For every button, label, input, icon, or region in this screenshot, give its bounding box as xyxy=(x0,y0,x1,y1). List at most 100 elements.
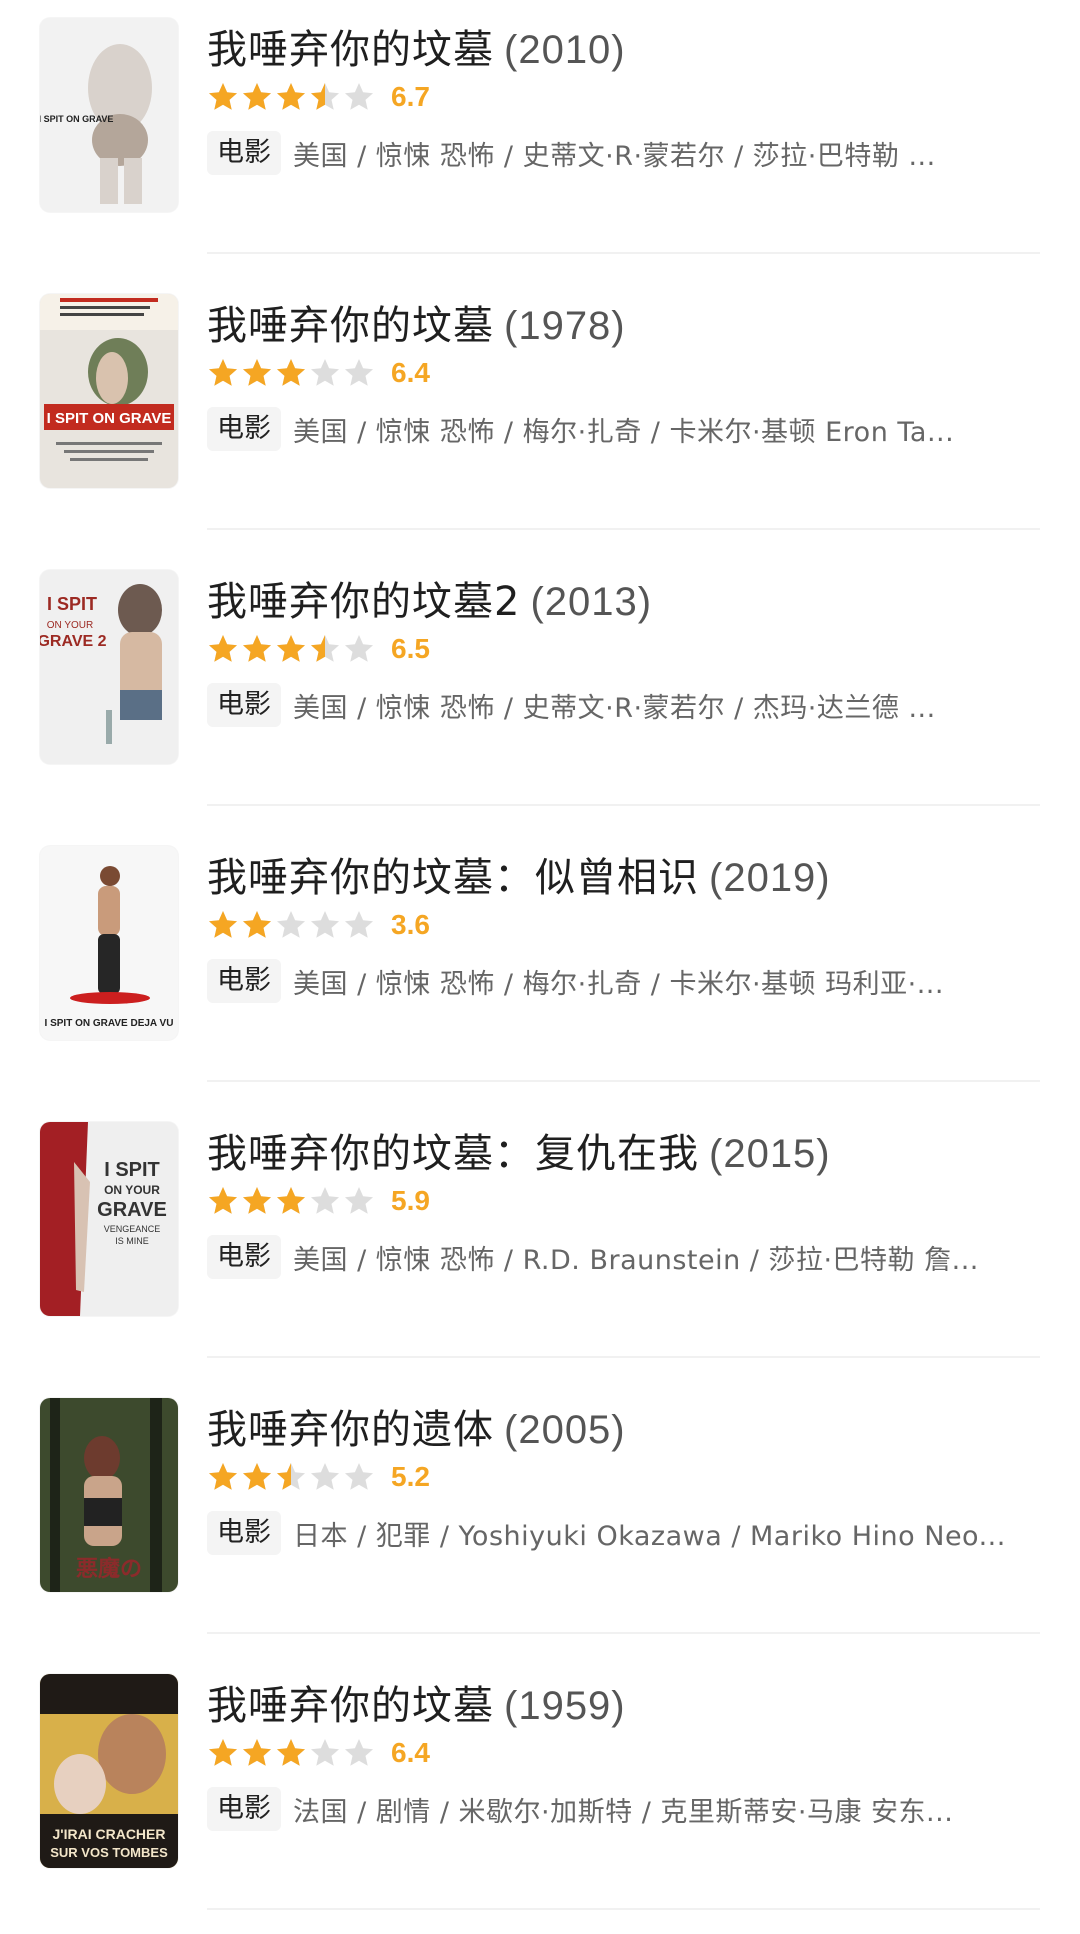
rating-score: 6.4 xyxy=(391,1737,430,1768)
rating-stars xyxy=(207,633,375,665)
movie-meta-row: 电影 美国 / 惊悚 恐怖 / 史蒂文·R·蒙若尔 / 莎拉·巴特勒 ... xyxy=(207,130,1040,176)
svg-text:I SPIT ON GRAVE DEJA VU: I SPIT ON GRAVE DEJA VU xyxy=(45,1018,174,1029)
svg-text:ON YOUR: ON YOUR xyxy=(47,620,94,631)
rating-row: 5.2 xyxy=(207,1458,430,1496)
movie-year: (1978) xyxy=(504,304,626,348)
movie-title-row[interactable]: 我唾弃你的坟墓：似曾相识 (2019) xyxy=(207,850,831,906)
movie-poster[interactable]: I SPIT ON GRAVE DEJA VU xyxy=(40,846,178,1040)
type-badge: 电影 xyxy=(207,1787,281,1831)
divider xyxy=(207,1080,1040,1082)
star-icon xyxy=(345,359,373,386)
movie-poster[interactable]: I SPIT ON YOUR GRAVE 2 xyxy=(40,570,178,764)
movie-list-item[interactable]: I SPIT ON GRAVE DEJA VU 我唾弃你的坟墓：似曾相识 (201… xyxy=(0,828,1080,1104)
movie-meta-row: 电影 美国 / 惊悚 恐怖 / 梅尔·扎奇 / 卡米尔·基顿 玛利亚·... xyxy=(207,958,1040,1004)
movie-meta-row: 电影 美国 / 惊悚 恐怖 / 梅尔·扎奇 / 卡米尔·基顿 Eron Ta..… xyxy=(207,406,1040,452)
movie-list-item[interactable]: I SPIT ON GRAVE 我唾弃你的坟墓 (2010) 6.7 电影 美国 … xyxy=(0,0,1080,276)
movie-list-item[interactable]: 悪魔の 我唾弃你的遗体 (2005) 5.2 电影 日本 / 犯罪 / Yoshi… xyxy=(0,1380,1080,1656)
svg-text:悪魔の: 悪魔の xyxy=(76,1556,142,1582)
rating-score: 5.2 xyxy=(391,1461,430,1492)
movie-meta: 美国 / 惊悚 恐怖 / 梅尔·扎奇 / 卡米尔·基顿 玛利亚·... xyxy=(293,968,944,1000)
movie-list: I SPIT ON GRAVE 我唾弃你的坟墓 (2010) 6.7 电影 美国 … xyxy=(0,0,1080,1934)
movie-title: 我唾弃你的坟墓 xyxy=(207,1683,494,1729)
movie-title: 我唾弃你的坟墓 xyxy=(207,303,494,349)
star-icon xyxy=(209,1739,237,1766)
movie-title: 我唾弃你的坟墓：复仇在我 xyxy=(207,1131,699,1177)
movie-list-item[interactable]: I SPIT ON GRAVE 我唾弃你的坟墓 (1978) 6.4 电影 美国… xyxy=(0,276,1080,552)
star-icon xyxy=(243,1463,271,1490)
divider xyxy=(207,804,1040,806)
type-badge: 电影 xyxy=(207,959,281,1003)
star-icon xyxy=(277,635,305,662)
rating-stars xyxy=(207,1461,375,1493)
star-icon xyxy=(311,83,339,110)
svg-text:I SPIT ON GRAVE: I SPIT ON GRAVE xyxy=(40,114,113,124)
movie-title-row[interactable]: 我唾弃你的坟墓：复仇在我 (2015) xyxy=(207,1126,831,1182)
star-icon xyxy=(209,359,237,386)
star-icon xyxy=(345,1463,373,1490)
star-icon xyxy=(311,1463,339,1490)
movie-title-row[interactable]: 我唾弃你的坟墓 (1978) xyxy=(207,298,626,354)
movie-year: (1959) xyxy=(504,1684,626,1728)
movie-title-row[interactable]: 我唾弃你的遗体 (2005) xyxy=(207,1402,626,1458)
star-icon xyxy=(243,359,271,386)
movie-year: (2019) xyxy=(709,856,831,900)
star-icon xyxy=(311,1187,339,1214)
rating-stars xyxy=(207,1185,375,1217)
movie-poster[interactable]: J'IRAI CRACHER SUR VOS TOMBES xyxy=(40,1674,178,1868)
movie-poster[interactable]: I SPIT ON GRAVE xyxy=(40,294,178,488)
movie-list-item[interactable]: I SPIT ON YOUR GRAVE VENGEANCE IS MINE 我… xyxy=(0,1104,1080,1380)
movie-title-row[interactable]: 我唾弃你的坟墓 (1959) xyxy=(207,1678,626,1734)
svg-text:SUR VOS TOMBES: SUR VOS TOMBES xyxy=(50,1845,168,1860)
type-badge: 电影 xyxy=(207,1511,281,1555)
star-icon xyxy=(243,911,271,938)
type-badge: 电影 xyxy=(207,131,281,175)
movie-poster[interactable]: I SPIT ON GRAVE xyxy=(40,18,178,212)
movie-meta-row: 电影 日本 / 犯罪 / Yoshiyuki Okazawa / Mariko … xyxy=(207,1510,1040,1556)
svg-text:VENGEANCE: VENGEANCE xyxy=(104,1224,161,1234)
movie-meta-row: 电影 美国 / 惊悚 恐怖 / 史蒂文·R·蒙若尔 / 杰玛·达兰德 ... xyxy=(207,682,1040,728)
rating-row: 6.4 xyxy=(207,1734,430,1772)
rating-row: 6.7 xyxy=(207,78,430,116)
movie-year: (2005) xyxy=(504,1408,626,1452)
star-icon xyxy=(277,1739,305,1766)
star-icon xyxy=(243,1739,271,1766)
movie-meta: 美国 / 惊悚 恐怖 / 史蒂文·R·蒙若尔 / 莎拉·巴特勒 ... xyxy=(293,140,936,172)
movie-poster[interactable]: I SPIT ON YOUR GRAVE VENGEANCE IS MINE xyxy=(40,1122,178,1316)
movie-title-row[interactable]: 我唾弃你的坟墓 (2010) xyxy=(207,22,626,78)
svg-text:J'IRAI CRACHER: J'IRAI CRACHER xyxy=(52,1826,165,1842)
rating-stars xyxy=(207,357,375,389)
rating-stars xyxy=(207,81,375,113)
star-icon xyxy=(311,635,339,662)
svg-text:I SPIT: I SPIT xyxy=(47,594,97,614)
movie-poster[interactable]: 悪魔の xyxy=(40,1398,178,1592)
movie-meta: 美国 / 惊悚 恐怖 / R.D. Braunstein / 莎拉·巴特勒 詹.… xyxy=(293,1244,979,1276)
type-badge: 电影 xyxy=(207,407,281,451)
rating-stars xyxy=(207,909,375,941)
movie-title-row[interactable]: 我唾弃你的坟墓2 (2013) xyxy=(207,574,652,630)
movie-meta: 法国 / 剧情 / 米歇尔·加斯特 / 克里斯蒂安·马康 安东... xyxy=(293,1796,954,1828)
svg-text:GRAVE: GRAVE xyxy=(97,1199,167,1221)
star-icon xyxy=(311,359,339,386)
movie-list-item[interactable]: I SPIT ON YOUR GRAVE 2 我唾弃你的坟墓2 (2013) 6… xyxy=(0,552,1080,828)
star-icon xyxy=(345,635,373,662)
star-icon xyxy=(243,83,271,110)
rating-score: 6.7 xyxy=(391,81,430,112)
movie-meta: 美国 / 惊悚 恐怖 / 梅尔·扎奇 / 卡米尔·基顿 Eron Ta... xyxy=(293,416,955,448)
movie-title: 我唾弃你的坟墓：似曾相识 xyxy=(207,855,699,901)
rating-score: 5.9 xyxy=(391,1185,430,1216)
movie-year: (2013) xyxy=(530,580,653,624)
movie-list-item[interactable]: J'IRAI CRACHER SUR VOS TOMBES 我唾弃你的坟墓 (19… xyxy=(0,1656,1080,1932)
star-icon xyxy=(311,911,339,938)
movie-meta-row: 电影 法国 / 剧情 / 米歇尔·加斯特 / 克里斯蒂安·马康 安东... xyxy=(207,1786,1040,1832)
star-icon xyxy=(345,1739,373,1766)
divider xyxy=(207,1356,1040,1358)
rating-row: 5.9 xyxy=(207,1182,430,1220)
star-icon xyxy=(345,911,373,938)
rating-row: 3.6 xyxy=(207,906,430,944)
star-icon xyxy=(209,1187,237,1214)
rating-stars xyxy=(207,1737,375,1769)
type-badge: 电影 xyxy=(207,1235,281,1279)
star-icon xyxy=(277,359,305,386)
svg-text:IS MINE: IS MINE xyxy=(115,1236,149,1246)
movie-meta-row: 电影 美国 / 惊悚 恐怖 / R.D. Braunstein / 莎拉·巴特勒… xyxy=(207,1234,1040,1280)
